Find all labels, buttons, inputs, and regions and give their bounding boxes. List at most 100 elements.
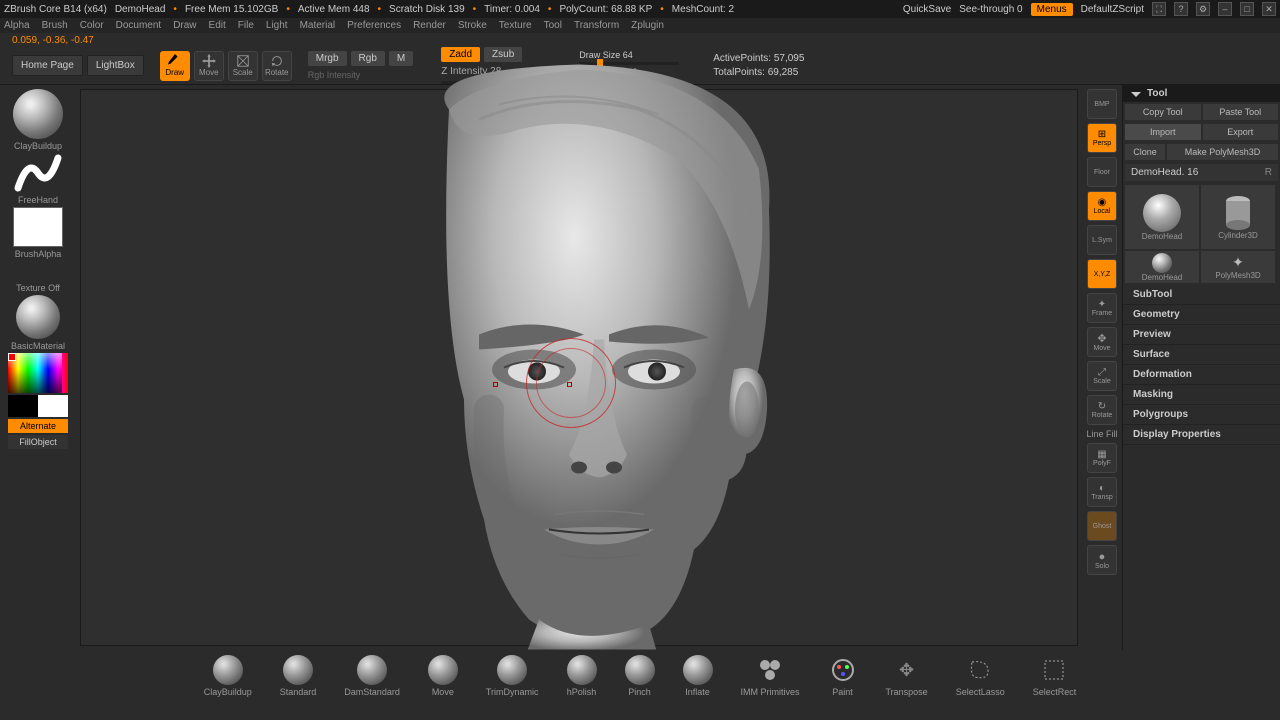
tool-sections: SubTool Geometry Preview Surface Deforma… <box>1123 285 1280 445</box>
stroke-picker-icon[interactable] <box>13 153 63 193</box>
tool-name-field[interactable]: DemoHead. 16R <box>1125 164 1278 181</box>
alpha-picker[interactable] <box>13 207 63 247</box>
minimize-icon[interactable]: – <box>1218 2 1232 16</box>
brush-inflate[interactable]: Inflate <box>683 655 713 697</box>
brush-transpose[interactable]: ✥Transpose <box>886 655 928 697</box>
copy-tool-button[interactable]: Copy Tool <box>1125 104 1201 120</box>
import-button[interactable]: Import <box>1125 124 1201 140</box>
brush-trimdynamic[interactable]: TrimDynamic <box>486 655 539 697</box>
brush-standard[interactable]: Standard <box>280 655 317 697</box>
brush-bar: ClayBuildup Standard DamStandard Move Tr… <box>0 650 1280 702</box>
material-picker-icon[interactable] <box>16 295 60 339</box>
menu-texture[interactable]: Texture <box>499 20 532 31</box>
maximize-icon[interactable]: □ <box>1240 2 1254 16</box>
help-icon[interactable]: ? <box>1174 2 1188 16</box>
alpha-label: BrushAlpha <box>15 249 62 259</box>
quicksave-button[interactable]: QuickSave <box>903 4 951 15</box>
section-masking[interactable]: Masking <box>1123 385 1280 405</box>
polyf-button[interactable]: ▦PolyF <box>1087 443 1117 473</box>
tool-thumb-demohead2[interactable]: DemoHead <box>1125 251 1199 283</box>
brush-selectlasso[interactable]: SelectLasso <box>956 655 1005 697</box>
menu-transform[interactable]: Transform <box>574 20 619 31</box>
solo-button[interactable]: ●Solo <box>1087 545 1117 575</box>
menu-light[interactable]: Light <box>266 20 288 31</box>
home-page-button[interactable]: Home Page <box>12 55 83 76</box>
brush-claybuildup[interactable]: ClayBuildup <box>204 655 252 697</box>
section-surface[interactable]: Surface <box>1123 345 1280 365</box>
alternate-button[interactable]: Alternate <box>8 419 68 433</box>
title-bar: ZBrush Core B14 (x64) DemoHead • Free Me… <box>0 0 1280 18</box>
brush-selectrect[interactable]: SelectRect <box>1033 655 1077 697</box>
menus-button[interactable]: Menus <box>1031 3 1073 16</box>
make-polymesh-button[interactable]: Make PolyMesh3D <box>1167 144 1278 160</box>
seethrough-slider[interactable]: See-through 0 <box>959 4 1022 15</box>
menu-document[interactable]: Document <box>116 20 162 31</box>
color-swatches[interactable] <box>8 395 68 417</box>
export-button[interactable]: Export <box>1203 124 1279 140</box>
move-nav-button[interactable]: ✥Move <box>1087 327 1117 357</box>
symmetry-marker <box>493 382 498 387</box>
xyz-button[interactable]: X,Y,Z <box>1087 259 1117 289</box>
menu-edit[interactable]: Edit <box>209 20 226 31</box>
brush-paint[interactable]: Paint <box>828 655 858 697</box>
polycount: PolyCount: 68.88 KP <box>559 4 652 15</box>
menu-bar: Alpha Brush Color Document Draw Edit Fil… <box>0 18 1280 33</box>
tool-panel: Tool Copy Tool Paste Tool Import Export … <box>1122 85 1280 650</box>
tool-thumb-demohead[interactable]: DemoHead <box>1125 185 1199 249</box>
brush-damstandard[interactable]: DamStandard <box>344 655 400 697</box>
menu-render[interactable]: Render <box>413 20 446 31</box>
color-picker[interactable] <box>8 353 68 393</box>
draw-mode-button[interactable]: Draw <box>160 51 190 81</box>
lightbox-button[interactable]: LightBox <box>87 55 144 76</box>
section-geometry[interactable]: Geometry <box>1123 305 1280 325</box>
menu-tool[interactable]: Tool <box>544 20 562 31</box>
section-polygroups[interactable]: Polygroups <box>1123 405 1280 425</box>
move-mode-button[interactable]: Move <box>194 51 224 81</box>
section-subtool[interactable]: SubTool <box>1123 285 1280 305</box>
default-zscript[interactable]: DefaultZScript <box>1081 4 1144 15</box>
menu-brush[interactable]: Brush <box>42 20 68 31</box>
paste-tool-button[interactable]: Paste Tool <box>1203 104 1279 120</box>
menu-stroke[interactable]: Stroke <box>458 20 487 31</box>
section-preview[interactable]: Preview <box>1123 325 1280 345</box>
settings-icon[interactable]: ⚙ <box>1196 2 1210 16</box>
menu-file[interactable]: File <box>238 20 254 31</box>
menu-draw[interactable]: Draw <box>173 20 196 31</box>
menu-preferences[interactable]: Preferences <box>347 20 401 31</box>
stroke-label: FreeHand <box>18 195 58 205</box>
clone-button[interactable]: Clone <box>1125 144 1165 160</box>
local-button[interactable]: ◉Local <box>1087 191 1117 221</box>
scale-nav-button[interactable]: ⤢Scale <box>1087 361 1117 391</box>
scale-mode-button[interactable]: Scale <box>228 51 258 81</box>
menu-zplugin[interactable]: Zplugin <box>631 20 664 31</box>
tool-panel-header[interactable]: Tool <box>1123 85 1280 102</box>
brush-imm-primitives[interactable]: IMM Primitives <box>741 655 800 697</box>
brush-picker-icon[interactable] <box>13 89 63 139</box>
canvas[interactable] <box>80 89 1078 646</box>
floor-button[interactable]: Floor <box>1087 157 1117 187</box>
tool-thumb-cylinder[interactable]: Cylinder3D <box>1201 185 1275 249</box>
active-mem: Active Mem 448 <box>298 4 370 15</box>
lsym-button[interactable]: L.Sym <box>1087 225 1117 255</box>
section-display-properties[interactable]: Display Properties <box>1123 425 1280 445</box>
rotate-mode-button[interactable]: Rotate <box>262 51 292 81</box>
menu-material[interactable]: Material <box>300 20 336 31</box>
persp-button[interactable]: ⊞Persp <box>1087 123 1117 153</box>
brush-hpolish[interactable]: hPolish <box>567 655 597 697</box>
brush-move[interactable]: Move <box>428 655 458 697</box>
texture-label[interactable]: Texture Off <box>16 283 60 293</box>
transp-button[interactable]: ◐Transp <box>1087 477 1117 507</box>
expand-icon[interactable]: ⛶ <box>1152 2 1166 16</box>
brush-pinch[interactable]: Pinch <box>625 655 655 697</box>
close-icon[interactable]: ✕ <box>1262 2 1276 16</box>
menu-alpha[interactable]: Alpha <box>4 20 30 31</box>
timer: Timer: 0.004 <box>484 4 540 15</box>
rotate-nav-button[interactable]: ↻Rotate <box>1087 395 1117 425</box>
section-deformation[interactable]: Deformation <box>1123 365 1280 385</box>
fillobject-button[interactable]: FillObject <box>8 435 68 449</box>
frame-button[interactable]: ✦Frame <box>1087 293 1117 323</box>
menu-color[interactable]: Color <box>80 20 104 31</box>
bmp-button[interactable]: BMP <box>1087 89 1117 119</box>
tool-thumb-polymesh[interactable]: ✦ PolyMesh3D <box>1201 251 1275 283</box>
ghost-button[interactable]: Ghost <box>1087 511 1117 541</box>
